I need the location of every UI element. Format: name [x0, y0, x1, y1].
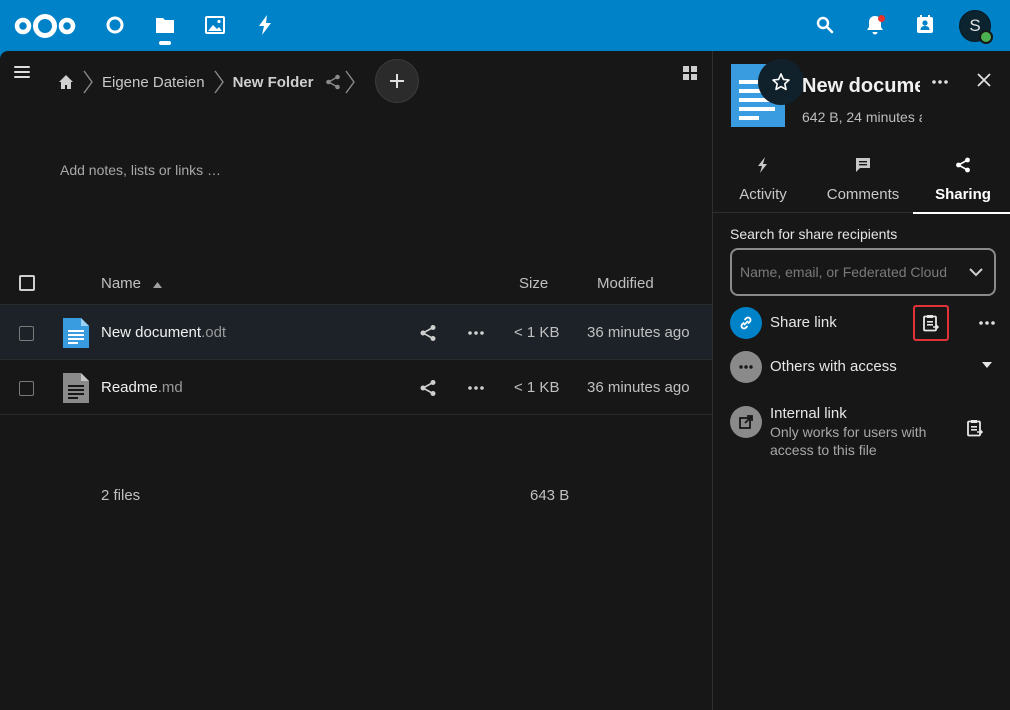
file-name[interactable]: Readme.md: [101, 379, 183, 396]
file-size: < 1 KB: [514, 379, 560, 396]
nextcloud-logo-icon[interactable]: [14, 12, 76, 45]
file-modified: 36 minutes ago: [587, 379, 690, 396]
file-name[interactable]: New document.odt: [101, 324, 226, 341]
dots-icon: [739, 365, 753, 369]
new-file-button[interactable]: [375, 59, 419, 103]
others-with-access-row[interactable]: Others with access: [730, 351, 1000, 383]
tab-activity[interactable]: Activity: [713, 151, 813, 213]
sidebar-file-title: New document.odt: [802, 75, 920, 97]
dashboard-app-icon[interactable]: [104, 14, 126, 36]
others-avatar: [730, 351, 762, 383]
file-list: Name Size Modified New document.odt < 1 …: [0, 255, 712, 504]
activity-app-icon[interactable]: [254, 14, 276, 36]
share-icon[interactable]: [419, 324, 437, 342]
clipboard-icon: [967, 420, 983, 437]
sidebar-file-subtitle: 642 B, 24 minutes ago: [802, 109, 922, 125]
breadcrumb-separator-icon: [214, 70, 224, 94]
home-icon[interactable]: [58, 74, 74, 90]
column-header-modified[interactable]: Modified: [597, 275, 654, 292]
folder-share-icon[interactable]: [325, 74, 341, 90]
details-sidebar: New document.odt 642 B, 24 minutes ago A…: [712, 51, 1010, 710]
sidebar-more-actions-icon[interactable]: [931, 73, 949, 91]
table-row[interactable]: New document.odt < 1 KB 36 minutes ago: [0, 305, 712, 360]
tab-comments[interactable]: Comments: [813, 151, 913, 213]
share-link-label: Share link: [770, 314, 837, 331]
sidebar-tabs: Activity Comments Sharing: [713, 151, 1010, 214]
top-header: S: [0, 0, 1010, 51]
tab-comments-label: Comments: [826, 186, 900, 203]
select-all-checkbox[interactable]: [19, 275, 35, 291]
file-extension: .md: [157, 379, 183, 396]
tab-sharing[interactable]: Sharing: [913, 151, 1010, 214]
triangle-down-icon[interactable]: [982, 362, 992, 368]
file-list-header: Name Size Modified: [0, 255, 712, 305]
external-link-icon: [739, 415, 753, 429]
file-basename: Readme: [101, 379, 158, 396]
photos-app-icon[interactable]: [204, 14, 226, 36]
file-basename: New document: [101, 324, 202, 341]
share-link-row: Share link: [730, 305, 1000, 341]
notification-badge: [878, 15, 885, 22]
copy-share-link-button[interactable]: [913, 305, 949, 341]
file-count-summary: 2 files: [101, 487, 141, 504]
breadcrumb-separator-icon: [83, 70, 93, 94]
file-extension: .odt: [201, 324, 227, 341]
share-icon[interactable]: [419, 379, 437, 397]
more-actions-icon[interactable]: [467, 324, 485, 342]
comment-icon: [856, 158, 870, 172]
navigation-toggle-icon[interactable]: [14, 66, 30, 80]
more-actions-icon[interactable]: [467, 379, 485, 397]
breadcrumb-item-new-folder[interactable]: New Folder: [233, 74, 314, 91]
link-icon: [740, 316, 752, 330]
tab-activity-label: Activity: [739, 186, 787, 203]
activity-icon: [758, 157, 767, 173]
online-status-indicator: [979, 30, 993, 44]
document-icon: [63, 318, 89, 348]
file-modified: 36 minutes ago: [587, 324, 690, 341]
column-header-name[interactable]: Name: [101, 275, 141, 292]
files-app-icon[interactable]: [154, 14, 176, 45]
search-icon[interactable]: [814, 14, 836, 36]
table-row[interactable]: Readme.md < 1 KB 36 minutes ago: [0, 360, 712, 415]
link-avatar: [730, 307, 762, 339]
breadcrumb: Eigene Dateien New Folder: [58, 69, 364, 95]
breadcrumb-separator-icon: [345, 70, 356, 94]
internal-link-description: Only works for users with access to this…: [770, 424, 927, 458]
internal-link-avatar: [730, 406, 762, 438]
tab-sharing-label: Sharing: [935, 186, 991, 203]
chevron-down-icon[interactable]: [968, 264, 984, 280]
favorite-button[interactable]: [758, 59, 804, 105]
total-size-summary: 643 B: [530, 487, 570, 504]
column-header-size[interactable]: Size: [519, 275, 548, 292]
contacts-icon[interactable]: [914, 14, 936, 36]
folder-notes-placeholder[interactable]: Add notes, lists or links …: [60, 162, 221, 178]
others-with-access-label: Others with access: [770, 358, 897, 375]
internal-link-label: Internal link: [770, 405, 847, 422]
share-search-label: Search for share recipients: [730, 226, 898, 242]
file-size: < 1 KB: [514, 324, 560, 341]
copy-internal-link-button[interactable]: [957, 410, 993, 446]
grid-view-toggle-icon[interactable]: [682, 65, 698, 81]
share-link-more-icon[interactable]: [978, 314, 996, 332]
row-checkbox[interactable]: [19, 381, 34, 396]
star-icon: [772, 73, 790, 91]
sort-ascending-icon: [153, 282, 162, 288]
close-icon[interactable]: [975, 71, 993, 89]
plus-icon: [390, 74, 404, 88]
clipboard-icon: [923, 315, 939, 332]
row-checkbox[interactable]: [19, 326, 34, 341]
share-search-input[interactable]: [740, 262, 952, 282]
share-search-box[interactable]: [730, 248, 996, 296]
text-file-icon: [63, 373, 89, 403]
share-icon: [956, 157, 970, 173]
breadcrumb-item-eigene-dateien[interactable]: Eigene Dateien: [102, 74, 205, 91]
files-main-area: Eigene Dateien New Folder Add notes, lis…: [0, 51, 712, 710]
internal-link-row: Internal link Only works for users with …: [730, 405, 1000, 466]
